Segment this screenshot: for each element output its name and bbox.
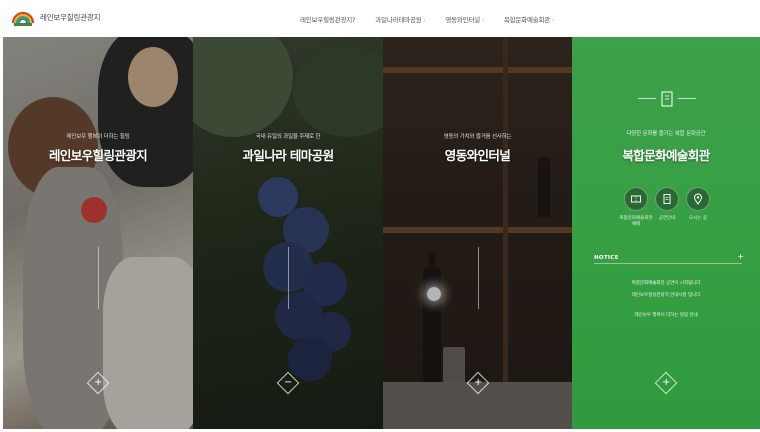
panel-subtitle: 국내 유일의 과일을 주제로 한 [255,134,321,140]
divider-line [288,247,289,309]
panel-subtitle: 영동의 가치와 즐거움 선사하는 [443,134,512,140]
document-icon [663,194,671,204]
panel-fruit-park[interactable]: 국내 유일의 과일을 주제로 한 과일나라 테마공원 − [193,37,383,429]
notice-title: NOTICE [594,255,619,261]
panel-arts-center[interactable]: 다양한 문화를 즐기는 복합 문화공간 복합문화예술회관 복합문화예술회관 예매… [572,37,760,429]
panel-title: 레인보우힐링관광지 [48,148,148,163]
expand-button[interactable]: + [654,371,678,395]
main-nav: 레인보우힐링관광지? 과일나라테마공원 › 영동와인터널 › 복합문화예술회관 › [300,0,574,37]
notice-item[interactable]: 레인보우 행복이 더하는 힐링 안내 [586,312,746,318]
directions-button[interactable] [686,187,710,211]
notice-divider [594,263,742,264]
nav-item-wine-tunnel[interactable]: 영동와인터널 › [445,14,484,24]
top-header: 레인보우힐링관광지 레인보우힐링관광지? 과일나라테마공원 › 영동와인터널 › 복… [0,0,760,37]
notice-item[interactable]: 복합문화예술회관 공연이 시작됩니다 [586,280,746,286]
notice-more-button[interactable]: + [737,252,744,261]
panel-subtitle: 레인보우 행복이 더하는 힐링 [66,134,130,140]
divider-line [477,247,479,309]
directions-label: 오시는 길 [689,216,707,221]
chevron-icon: › [552,17,554,24]
nav-item-about[interactable]: 레인보우힐링관광지? [300,14,355,24]
feature-panels: 레인보우 행복이 더하는 힐링 레인보우힐링관광지 + 국내 유일의 과일을 주… [3,37,760,429]
notice-item[interactable]: 레인보우힐링관광지 안내사항 입니다 [586,292,746,298]
divider-line [638,98,656,99]
location-pin-icon [693,193,703,205]
site-logo[interactable] [10,6,36,32]
chevron-icon: › [423,17,426,24]
divider-line [98,247,99,309]
nav-item-arts-center[interactable]: 복합문화예술회관 › [504,14,554,24]
ticket-button[interactable] [624,187,648,211]
panel-wine-tunnel[interactable]: 영동의 가치와 즐거움 선사하는 영동와인터널 + [383,37,572,429]
building-icon [661,91,673,107]
divider-line [678,98,696,99]
chevron-icon: › [482,17,484,24]
performance-info-button[interactable] [655,187,679,211]
panel-title: 과일나라 테마공원 [242,148,335,163]
panel-subtitle: 다양한 문화를 즐기는 복합 문화공간 [626,131,706,137]
site-name[interactable]: 레인보우힐링관광지 [40,12,101,23]
panel-title: 복합문화예술회관 [622,148,710,163]
panel-overlay [193,37,383,429]
panel-overlay [3,37,193,429]
nav-item-fruit-park[interactable]: 과일나라테마공원 › [375,14,425,24]
ticket-icon [631,195,641,203]
panel-title: 영동와인터널 [444,148,511,163]
panel-rainbow-healing[interactable]: 레인보우 행복이 더하는 힐링 레인보우힐링관광지 + [3,37,193,429]
